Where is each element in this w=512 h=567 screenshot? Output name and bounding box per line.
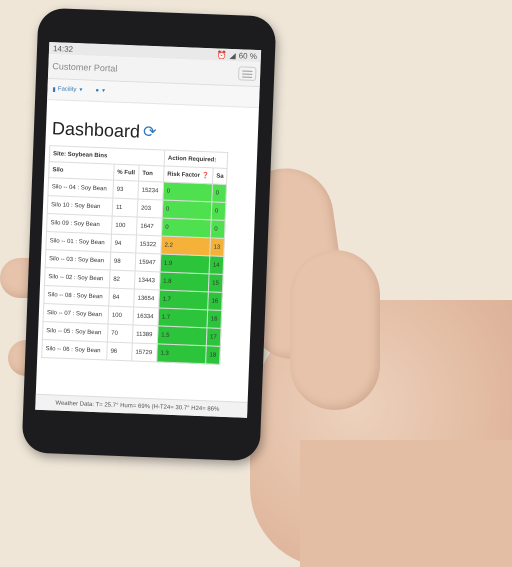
chevron-down-icon: ▼	[100, 88, 107, 95]
sa-cell: 16	[206, 309, 222, 329]
percent-full-cell: 93	[112, 180, 139, 200]
sa-cell: 17	[206, 327, 222, 347]
risk-factor-cell: 0	[162, 182, 213, 202]
percent-full-cell: 98	[110, 252, 136, 271]
column-header-sa[interactable]: Sa	[212, 167, 228, 185]
risk-header-label: Risk Factor	[167, 171, 201, 179]
percent-full-cell: 100	[108, 306, 134, 325]
ton-cell: 16334	[133, 306, 159, 326]
sa-cell: 0	[211, 183, 227, 203]
risk-factor-cell: 1.7	[157, 307, 208, 328]
column-header-ton[interactable]: Ton	[138, 165, 165, 183]
sa-cell: 14	[209, 255, 225, 275]
ton-cell: 13443	[134, 270, 161, 290]
user-icon: ●	[95, 87, 100, 94]
percent-full-cell: 82	[109, 270, 136, 289]
ton-cell: 15234	[137, 181, 164, 201]
finger-middle	[290, 250, 380, 410]
silo-table: Site: Soybean Bins Action Required: Silo…	[41, 145, 229, 365]
sa-cell: 16	[207, 291, 223, 311]
brand-title[interactable]: Customer Portal	[52, 61, 117, 73]
sa-cell: 13	[209, 237, 225, 257]
percent-full-cell: 96	[106, 341, 133, 361]
ton-cell: 203	[137, 199, 163, 218]
risk-factor-cell: 0	[161, 217, 212, 238]
weather-bar: Weather Data: T= 25.7° Hum= 69% (H-T24= …	[35, 393, 248, 418]
ton-cell: 1647	[136, 217, 163, 236]
ton-cell: 15947	[135, 253, 161, 272]
weather-text: Weather Data: T= 25.7° Hum= 69% (H-T24= …	[55, 400, 220, 413]
sa-cell: 0	[211, 201, 227, 221]
sa-cell: 0	[210, 219, 226, 239]
hamburger-menu-button[interactable]	[237, 66, 257, 81]
facility-label: Facility	[57, 86, 77, 94]
wrist	[300, 440, 512, 567]
sa-cell: 18	[205, 345, 221, 365]
percent-full-cell: 11	[112, 198, 138, 218]
silo-name-cell: Silo -- 06 : Soy Bean	[41, 339, 108, 360]
ton-cell: 13654	[133, 288, 160, 308]
phone: 14:32 ⏰ ◢ 60 % Customer Portal ▮ Facilit…	[21, 7, 277, 462]
refresh-icon[interactable]: ⟳	[143, 123, 157, 141]
percent-full-cell: 94	[110, 234, 137, 254]
risk-factor-cell: 1.3	[156, 343, 207, 364]
column-header-full[interactable]: % Full	[113, 164, 140, 182]
sa-cell: 15	[208, 273, 224, 293]
risk-factor-cell: 1.9	[160, 253, 210, 274]
risk-factor-cell: 1.5	[157, 325, 207, 346]
table-body: Silo -- 04 : Soy Bean 93 15234 0 0 Silo 10 : …	[41, 177, 227, 365]
building-icon: ▮	[52, 86, 56, 93]
user-dropdown[interactable]: ● ▼	[95, 88, 106, 94]
facility-dropdown[interactable]: ▮ Facility ▼	[52, 86, 83, 94]
ton-cell: 11389	[132, 324, 158, 344]
ton-cell: 15322	[135, 235, 162, 254]
signal-icon: ◢	[229, 50, 236, 60]
risk-factor-cell: 2.2	[160, 235, 211, 256]
chevron-down-icon: ▼	[78, 87, 84, 94]
column-header-risk[interactable]: Risk Factor ❓	[163, 166, 214, 184]
risk-factor-cell: 1.7	[158, 289, 209, 310]
title-row: Dashboard ⟳	[45, 100, 259, 153]
question-circle-icon[interactable]: ❓	[202, 173, 210, 179]
ton-cell: 15729	[131, 342, 158, 362]
risk-factor-cell: 1.8	[159, 271, 210, 292]
page-title: Dashboard	[51, 118, 141, 142]
percent-full-cell: 70	[107, 323, 134, 343]
phone-screen: 14:32 ⏰ ◢ 60 % Customer Portal ▮ Facilit…	[35, 42, 262, 418]
percent-full-cell: 100	[111, 216, 138, 236]
alarm-icon: ⏰	[216, 49, 227, 60]
status-time: 14:32	[52, 43, 74, 54]
percent-full-cell: 84	[108, 288, 135, 307]
battery-level: 60 %	[238, 50, 258, 61]
risk-factor-cell: 0	[162, 200, 212, 220]
